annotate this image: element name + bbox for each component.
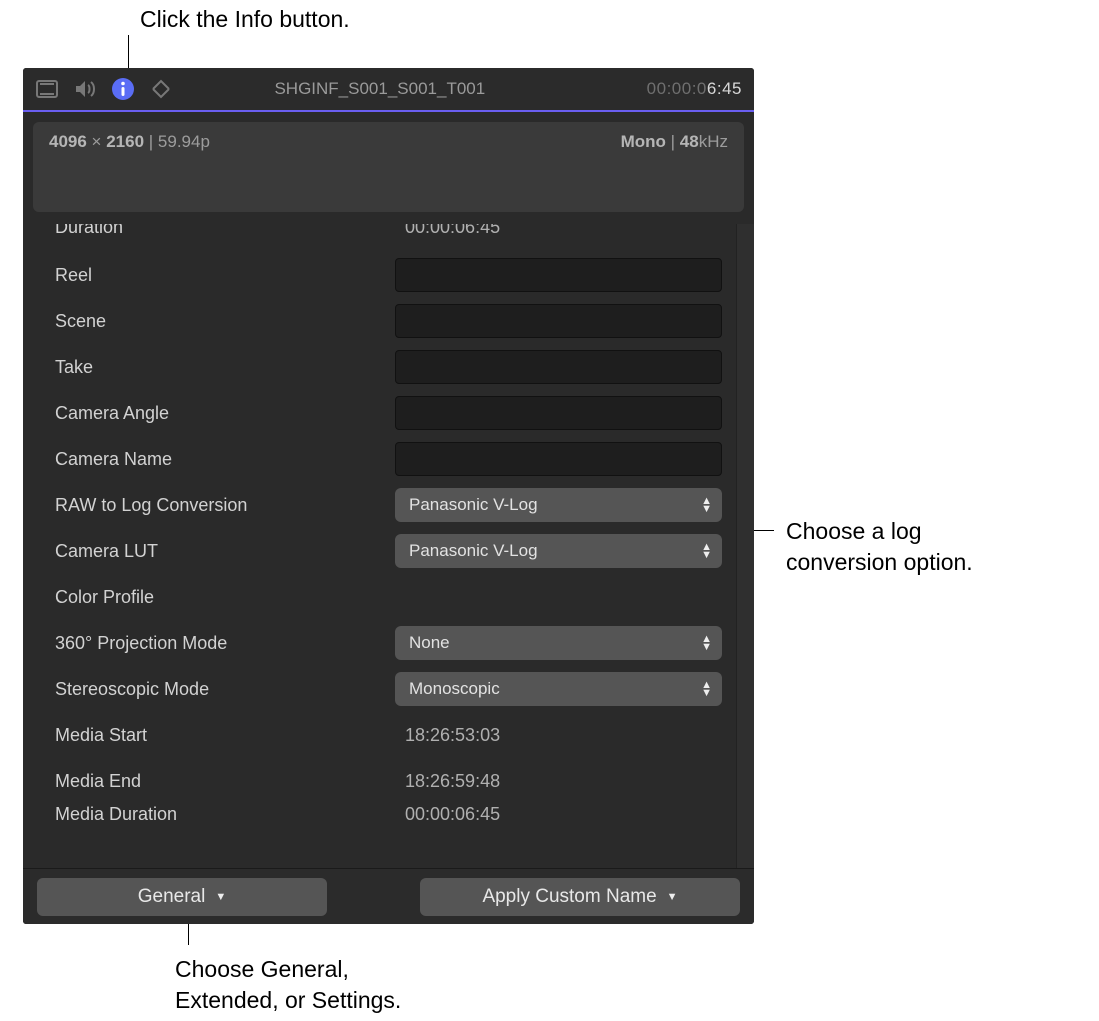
clip-name: SHGINF_S001_S001_T001 [127,79,633,99]
row-scene: Scene [55,298,730,344]
value-media-duration: 00:00:06:45 [395,804,500,825]
chevron-updown-icon: ▲▼ [701,635,712,651]
popup-value: None [409,633,450,653]
row-duration: Duration 00:00:06:45 [55,224,730,252]
row-media-duration: Media Duration 00:00:06:45 [55,804,730,828]
chevron-down-icon: ▼ [215,893,226,901]
video-inspector-icon[interactable] [35,77,59,101]
inspector-toolbar: SHGINF_S001_S001_T001 00:00:06:45 [23,68,754,112]
row-reel: Reel [55,252,730,298]
callout-view: Choose General, Extended, or Settings. [175,954,401,1016]
audio-inspector-icon[interactable] [73,77,97,101]
callout-text: Extended, or Settings. [175,987,401,1013]
label-scene: Scene [55,311,395,332]
fps: 59.94p [158,132,210,151]
summary-audio: Mono | 48kHz [621,132,728,152]
row-take: Take [55,344,730,390]
callout-text: Choose General, [175,956,349,982]
popup-camera-lut[interactable]: Panasonic V-Log ▲▼ [395,534,722,568]
value-media-start: 18:26:53:03 [395,725,500,746]
value-media-end: 18:26:59:48 [395,771,500,792]
audio-rate: 48 [680,132,699,151]
timecode-display: 00:00:06:45 [647,79,742,99]
metadata-view-popup[interactable]: General ▼ [37,878,327,916]
row-media-end: Media End 18:26:59:48 [55,758,730,804]
timecode-dim: 00:00:0 [647,79,707,98]
callout-info: Click the Info button. [140,4,350,35]
res-height: 2160 [106,132,144,151]
popup-projection[interactable]: None ▲▼ [395,626,722,660]
audio-channels: Mono [621,132,666,151]
input-camera-name[interactable] [395,442,722,476]
label-take: Take [55,357,395,378]
chevron-updown-icon: ▲▼ [701,497,712,513]
summary-video: 4096 × 2160 | 59.94p [49,132,210,152]
inspector-panel: SHGINF_S001_S001_T001 00:00:06:45 4096 ×… [23,68,754,924]
res-width: 4096 [49,132,87,151]
scrollbar-track[interactable] [736,224,754,868]
input-take[interactable] [395,350,722,384]
callout-text: Choose a log [786,518,922,544]
button-label: Apply Custom Name [482,886,656,908]
callout-log: Choose a log conversion option. [786,516,973,578]
popup-stereoscopic[interactable]: Monoscopic ▲▼ [395,672,722,706]
chevron-down-icon: ▼ [667,893,678,901]
label-camera-angle: Camera Angle [55,403,395,424]
input-camera-angle[interactable] [395,396,722,430]
callout-text: conversion option. [786,549,973,575]
popup-value: Monoscopic [409,679,500,699]
label-camera-lut: Camera LUT [55,541,395,562]
info-fields: Duration 00:00:06:45 Reel Scene Take Cam… [23,224,754,868]
label-media-end: Media End [55,771,395,792]
label-color-profile: Color Profile [55,587,395,608]
popup-value: Panasonic V-Log [409,495,538,515]
row-color-profile: Color Profile [55,574,730,620]
button-label: General [138,886,206,908]
chevron-updown-icon: ▲▼ [701,543,712,559]
label-media-start: Media Start [55,725,395,746]
popup-raw-log[interactable]: Panasonic V-Log ▲▼ [395,488,722,522]
label-raw-log: RAW to Log Conversion [55,495,395,516]
row-camera-angle: Camera Angle [55,390,730,436]
label-projection: 360° Projection Mode [55,633,395,654]
callout-text: Click the Info button. [140,6,350,32]
share-inspector-icon[interactable] [149,77,173,101]
value-duration: 00:00:06:45 [395,224,500,238]
clip-summary: 4096 × 2160 | 59.94p Mono | 48kHz [33,122,744,212]
input-scene[interactable] [395,304,722,338]
label-stereoscopic: Stereoscopic Mode [55,679,395,700]
row-projection: 360° Projection Mode None ▲▼ [55,620,730,666]
chevron-updown-icon: ▲▼ [701,681,712,697]
apply-custom-name-popup[interactable]: Apply Custom Name ▼ [420,878,740,916]
row-media-start: Media Start 18:26:53:03 [55,712,730,758]
popup-value: Panasonic V-Log [409,541,538,561]
inspector-footer: General ▼ Apply Custom Name ▼ [23,868,754,924]
audio-unit: kHz [699,132,728,151]
timecode-bright: 6:45 [707,79,742,98]
row-camera-name: Camera Name [55,436,730,482]
input-reel[interactable] [395,258,722,292]
label-media-duration: Media Duration [55,804,395,825]
label-duration: Duration [55,224,395,238]
row-raw-log: RAW to Log Conversion Panasonic V-Log ▲▼ [55,482,730,528]
row-camera-lut: Camera LUT Panasonic V-Log ▲▼ [55,528,730,574]
row-stereoscopic: Stereoscopic Mode Monoscopic ▲▼ [55,666,730,712]
label-camera-name: Camera Name [55,449,395,470]
label-reel: Reel [55,265,395,286]
